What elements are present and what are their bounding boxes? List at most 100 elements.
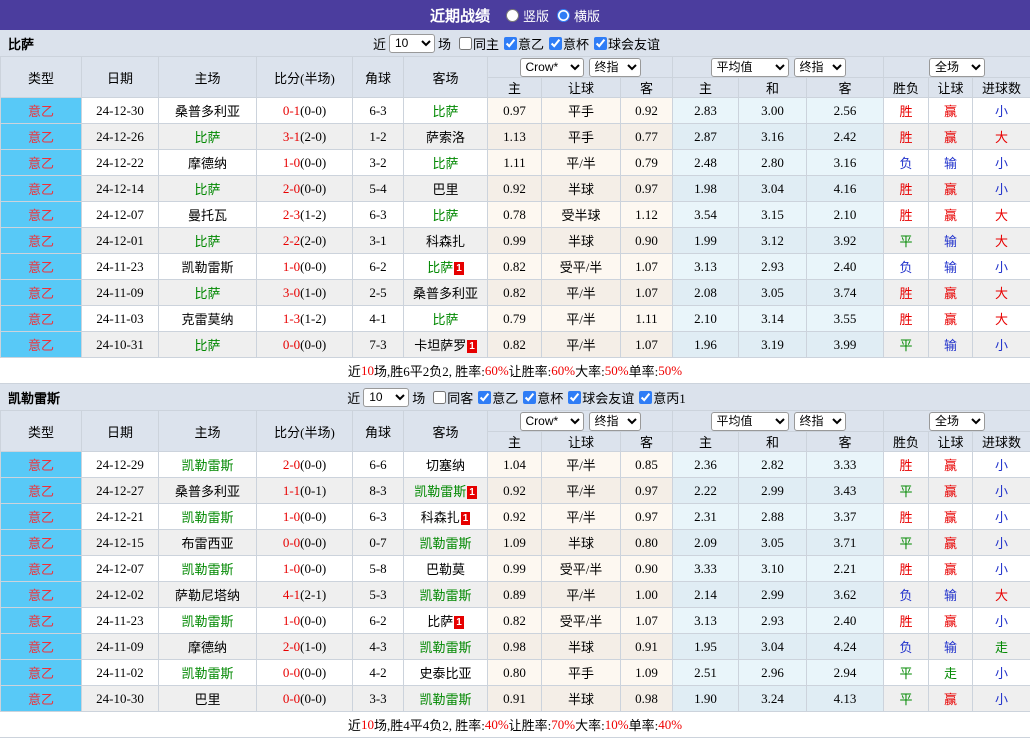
avg-home-cell: 2.09 — [673, 530, 739, 556]
match-date-cell: 24-11-03 — [82, 306, 159, 332]
table-row: 意乙 24-12-26 比萨 3-1(2-0) 1-2 萨索洛 1.13 平手 … — [1, 124, 1030, 150]
filter-checkbox[interactable]: 意杯 — [544, 34, 589, 53]
layout-radio-vertical-label: 竖版 — [523, 6, 549, 25]
odds-company-select[interactable]: Crow* — [520, 58, 584, 77]
table-row: 意乙 24-12-21 凯勒雷斯 1-0(0-0) 6-3 科森扎1 0.92 … — [1, 504, 1030, 530]
home-team-cell: 桑普多利亚 — [159, 478, 257, 504]
filter-checkbox[interactable]: 球会友谊 — [589, 34, 660, 53]
result-winloss-cell: 胜 — [884, 176, 929, 202]
avg-type-select[interactable]: 平均值 — [711, 412, 789, 431]
filter-checkbox[interactable]: 意乙 — [473, 388, 518, 407]
filter-checkbox-input[interactable] — [459, 37, 472, 50]
corner-score-cell: 0-7 — [353, 530, 404, 556]
halftime-score: (0-0) — [300, 509, 326, 524]
home-team-name: 比萨 — [194, 286, 220, 301]
filter-checkbox-input[interactable] — [594, 37, 607, 50]
col-header-home: 主场 — [159, 57, 257, 98]
home-team-cell: 凯勒雷斯 — [159, 452, 257, 478]
avg-type-select[interactable]: 平均值 — [711, 58, 789, 77]
avg-home-cell: 2.10 — [673, 306, 739, 332]
filter-checkbox-input[interactable] — [568, 391, 581, 404]
home-team-name: 凯勒雷斯 — [181, 458, 233, 473]
col-header-result-goals: 进球数 — [973, 78, 1030, 98]
avg-time-select[interactable]: 终指 — [794, 412, 846, 431]
result-handicap-cell: 赢 — [929, 202, 973, 228]
avg-home-cell: 2.87 — [673, 124, 739, 150]
away-team-name: 凯勒雷斯 — [414, 484, 466, 499]
filter-checkbox[interactable]: 同主 — [454, 34, 499, 53]
filter-checkbox-input[interactable] — [523, 391, 536, 404]
corner-score-cell: 4-3 — [353, 634, 404, 660]
avg-draw-cell: 3.10 — [739, 556, 807, 582]
result-handicap-cell: 输 — [929, 150, 973, 176]
result-scope-select[interactable]: 全场 — [929, 58, 985, 77]
odds-handicap-cell: 平/半 — [542, 280, 621, 306]
odds-time-select[interactable]: 终指 — [589, 58, 641, 77]
home-team-cell: 凯勒雷斯 — [159, 504, 257, 530]
odds-handicap-cell: 平/半 — [542, 582, 621, 608]
summary-stat-value: 50% — [605, 363, 629, 379]
away-team-name: 科森扎 — [426, 234, 465, 249]
match-type-cell: 意乙 — [1, 280, 82, 306]
table-row: 意乙 24-12-30 桑普多利亚 0-1(0-0) 6-3 比萨 0.97 平… — [1, 98, 1030, 124]
filter-checkbox[interactable]: 球会友谊 — [563, 388, 634, 407]
avg-away-cell: 4.24 — [807, 634, 884, 660]
summary-bar: 近10场,胜6平2负2, 胜率:60% 让胜率:60% 大率:50% 单率:50… — [0, 358, 1030, 384]
odds-away-cell: 1.07 — [621, 254, 673, 280]
table-row: 意乙 24-11-02 凯勒雷斯 0-0(0-0) 4-2 史泰比亚 0.80 … — [1, 660, 1030, 686]
filter-checkbox[interactable]: 同客 — [428, 388, 473, 407]
layout-radio-horizontal[interactable]: 横版 — [557, 6, 600, 25]
away-team-cell: 凯勒雷斯 — [404, 634, 488, 660]
layout-radio-vertical[interactable]: 竖版 — [506, 6, 549, 25]
odds-handicap-cell: 受半球 — [542, 202, 621, 228]
match-type-cell: 意乙 — [1, 254, 82, 280]
col-header-odds-handicap: 让球 — [542, 432, 621, 452]
team-name: 比萨 — [8, 34, 34, 53]
fulltime-score: 1-0 — [283, 561, 300, 576]
filter-checkbox[interactable]: 意杯 — [518, 388, 563, 407]
table-row: 意乙 24-10-30 巴里 0-0(0-0) 3-3 凯勒雷斯 0.91 半球… — [1, 686, 1030, 712]
layout-radio-vertical-input[interactable] — [506, 9, 519, 22]
result-scope-select[interactable]: 全场 — [929, 412, 985, 431]
score-cell: 1-0(0-0) — [257, 608, 353, 634]
match-type-cell: 意乙 — [1, 686, 82, 712]
home-team-cell: 凯勒雷斯 — [159, 608, 257, 634]
filter-checkbox[interactable]: 意丙1 — [634, 388, 686, 407]
score-cell: 0-1(0-0) — [257, 98, 353, 124]
team-name: 凯勒雷斯 — [8, 388, 60, 407]
filter-checkbox[interactable]: 意乙 — [499, 34, 544, 53]
table-row: 意乙 24-12-29 凯勒雷斯 2-0(0-0) 6-6 切塞纳 1.04 平… — [1, 452, 1030, 478]
halftime-score: (0-0) — [300, 181, 326, 196]
odds-home-cell: 0.82 — [488, 608, 542, 634]
home-team-cell: 凯勒雷斯 — [159, 660, 257, 686]
halftime-score: (2-0) — [300, 129, 326, 144]
avg-draw-cell: 2.99 — [739, 582, 807, 608]
result-goals-cell: 小 — [973, 504, 1030, 530]
away-team-name: 科森扎 — [421, 510, 460, 525]
avg-time-select[interactable]: 终指 — [794, 58, 846, 77]
filter-checkbox-input[interactable] — [639, 391, 652, 404]
filter-checkbox-input[interactable] — [504, 37, 517, 50]
match-date-cell: 24-12-21 — [82, 504, 159, 530]
home-team-name: 曼托瓦 — [188, 208, 227, 223]
filter-checkbox-input[interactable] — [433, 391, 446, 404]
layout-radio-horizontal-input[interactable] — [557, 9, 570, 22]
fulltime-score: 0-0 — [283, 691, 300, 706]
match-date-cell: 24-11-02 — [82, 660, 159, 686]
games-count-select[interactable]: 10 — [363, 388, 409, 407]
halftime-score: (1-0) — [300, 639, 326, 654]
home-team-cell: 萨勒尼塔纳 — [159, 582, 257, 608]
games-count-select[interactable]: 10 — [389, 34, 435, 53]
filter-checkbox-input[interactable] — [478, 391, 491, 404]
odds-company-select[interactable]: Crow* — [520, 412, 584, 431]
filter-checkbox-input[interactable] — [549, 37, 562, 50]
avg-draw-cell: 3.19 — [739, 332, 807, 358]
away-team-cell: 切塞纳 — [404, 452, 488, 478]
away-team-name: 凯勒雷斯 — [419, 536, 471, 551]
avg-home-cell: 3.13 — [673, 254, 739, 280]
result-winloss-cell: 胜 — [884, 306, 929, 332]
score-cell: 1-0(0-0) — [257, 504, 353, 530]
corner-score-cell: 6-3 — [353, 504, 404, 530]
result-handicap-cell: 赢 — [929, 124, 973, 150]
odds-time-select[interactable]: 终指 — [589, 412, 641, 431]
